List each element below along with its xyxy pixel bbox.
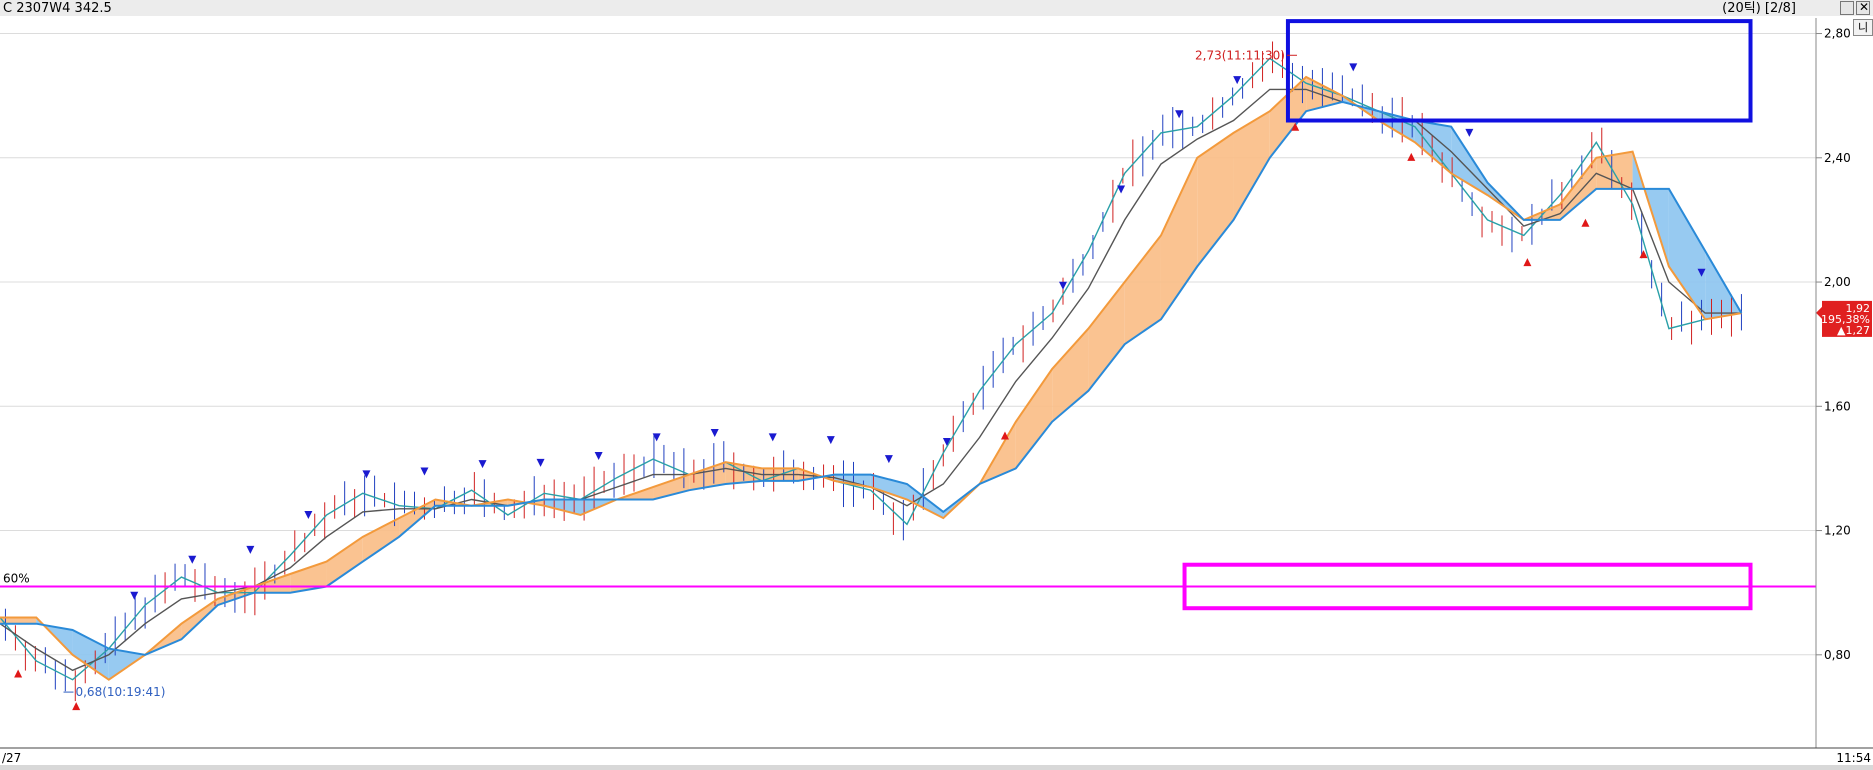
horizontal-scrollbar[interactable] — [0, 765, 1873, 770]
level-line-label: 60% — [3, 571, 30, 585]
y-tick-label: 2,00 — [1824, 275, 1851, 289]
close-button[interactable]: ✕ — [1856, 0, 1870, 15]
y-tick-label: 1,60 — [1824, 399, 1851, 413]
last-price-text-2: ▲1,27 — [1837, 324, 1870, 337]
y-tick-label: 2,80 — [1824, 27, 1851, 41]
y-tick-label: 0,80 — [1824, 648, 1851, 662]
minimize-button[interactable] — [1840, 1, 1854, 15]
y-tick-label: 2,40 — [1824, 151, 1851, 165]
corner-label: 니 — [1853, 19, 1873, 36]
symbol-label: C 2307W4 342.5 — [3, 1, 112, 16]
y-axis: 0,80 1,20 1,60 2,00 2,40 2,80 — [1816, 27, 1851, 662]
close-icon: ✕ — [1859, 0, 1870, 14]
right-info-label: (20틱) [2/8] — [1722, 1, 1796, 16]
x-label-right: 11:54 — [1836, 751, 1871, 765]
chart-window: C 2307W4 342.5 (20틱) [2/8] 일목균형지표(9,26,2… — [0, 0, 1873, 770]
ichimoku-chart[interactable]: C 2307W4 342.5 (20틱) [2/8] 일목균형지표(9,26,2… — [0, 0, 1873, 770]
high-label: 2,73(11:11:30) — [1195, 48, 1285, 62]
x-label-left: /27 — [2, 751, 21, 765]
header-bar — [0, 0, 1873, 16]
low-label: 0,68(10:19:41) — [75, 685, 165, 699]
plot-area — [0, 18, 1816, 748]
y-tick-label: 1,20 — [1824, 524, 1851, 538]
